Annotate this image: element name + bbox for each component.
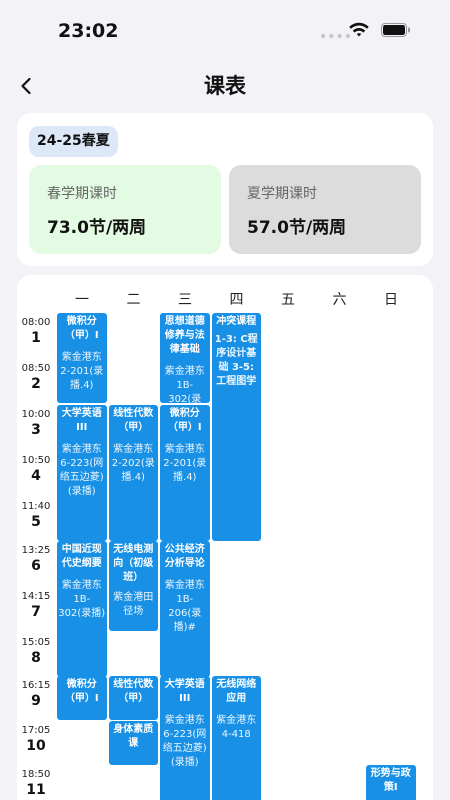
course-block[interactable]: 微积分（甲）Ⅰ 紫金港东2-201(录播.4) — [57, 313, 107, 403]
period-label: 10:50 4 — [21, 455, 51, 484]
day-header: 一 — [75, 292, 89, 308]
period-label: 16:15 9 — [21, 680, 51, 709]
period-label: 10:00 3 — [21, 409, 51, 438]
summary-card: 24-25春夏 春学期课时 73.0节/两周 夏学期课时 57.0节/两周 — [17, 113, 433, 266]
period-label: 08:00 1 — [21, 317, 51, 346]
day-header: 四 — [229, 292, 244, 308]
course-block[interactable]: 形势与政策I — [366, 765, 416, 800]
course-block[interactable]: 无线网络应用 紫金港东4-418 — [211, 676, 261, 800]
course-block[interactable]: 无线电测向（初级班） 紫金港田径场 — [108, 541, 158, 631]
day-header: 二 — [126, 292, 141, 308]
period-label: 15:05 8 — [21, 637, 51, 666]
course-block[interactable]: 思想道德修养与法律基础 紫金港东1B-302(录 — [160, 313, 210, 403]
period-label: 08:50 2 — [21, 363, 51, 392]
course-block[interactable]: 微积分（甲）Ⅰ 紫金港东2-201(录播.4) — [160, 405, 210, 541]
summer-hours-label: 夏学期课时 — [247, 186, 317, 202]
day-header: 日 — [384, 292, 398, 308]
timetable-grid: 一 二 三 四 五 六 日 08:00 1 08:50 2 10:00 3 10:50… — [17, 275, 433, 800]
day-header: 三 — [178, 292, 192, 308]
course-block[interactable]: 中国近现代史纲要 紫金港东1B-302(录播) — [57, 541, 107, 677]
period-label: 13:25 6 — [21, 545, 51, 574]
spring-hours-label: 春学期课时 — [47, 186, 117, 202]
summer-hours-value: 57.0节/两周 — [247, 218, 347, 238]
course-block[interactable]: 公共经济分析导论 紫金港东1B-206(录播)# — [160, 541, 210, 677]
course-block[interactable]: 大学英语III 紫金港东6-223(网络五边菱)(录播) — [160, 676, 210, 800]
course-block[interactable]: 线性代数（甲） 紫金港东2-202(录播.4) — [108, 405, 158, 541]
wifi-icon — [349, 22, 369, 37]
spring-hours-box: 春学期课时 73.0节/两周 — [29, 165, 221, 254]
page-title: 课表 — [204, 74, 246, 98]
period-label: 14:15 7 — [21, 591, 51, 620]
period-label: 18:50 11 — [21, 769, 51, 798]
period-label: 11:40 5 — [21, 501, 51, 530]
course-block[interactable]: 冲突课程 1-3: C程序设计基础 3-5: 工程图学 — [211, 313, 261, 541]
course-block[interactable]: 大学英语III 紫金港东6-223(网络五边菱)(录播) — [57, 405, 107, 541]
course-block[interactable]: 线性代数（甲） — [108, 676, 158, 720]
day-header: 六 — [332, 292, 347, 308]
status-bar: 23:02 •••• — [0, 0, 450, 60]
nav-bar: 课表 — [0, 66, 450, 106]
summer-hours-box: 夏学期课时 57.0节/两周 — [229, 165, 421, 254]
spring-hours-value: 73.0节/两周 — [47, 218, 147, 238]
battery-icon — [381, 23, 410, 37]
day-header: 五 — [281, 292, 295, 308]
term-chip[interactable]: 24-25春夏 — [29, 126, 118, 157]
status-time: 23:02 — [58, 20, 119, 42]
course-block[interactable]: 微积分（甲）Ⅰ — [57, 676, 107, 720]
period-label: 17:05 10 — [21, 725, 51, 754]
course-block[interactable]: 身体素质课 — [108, 721, 158, 765]
